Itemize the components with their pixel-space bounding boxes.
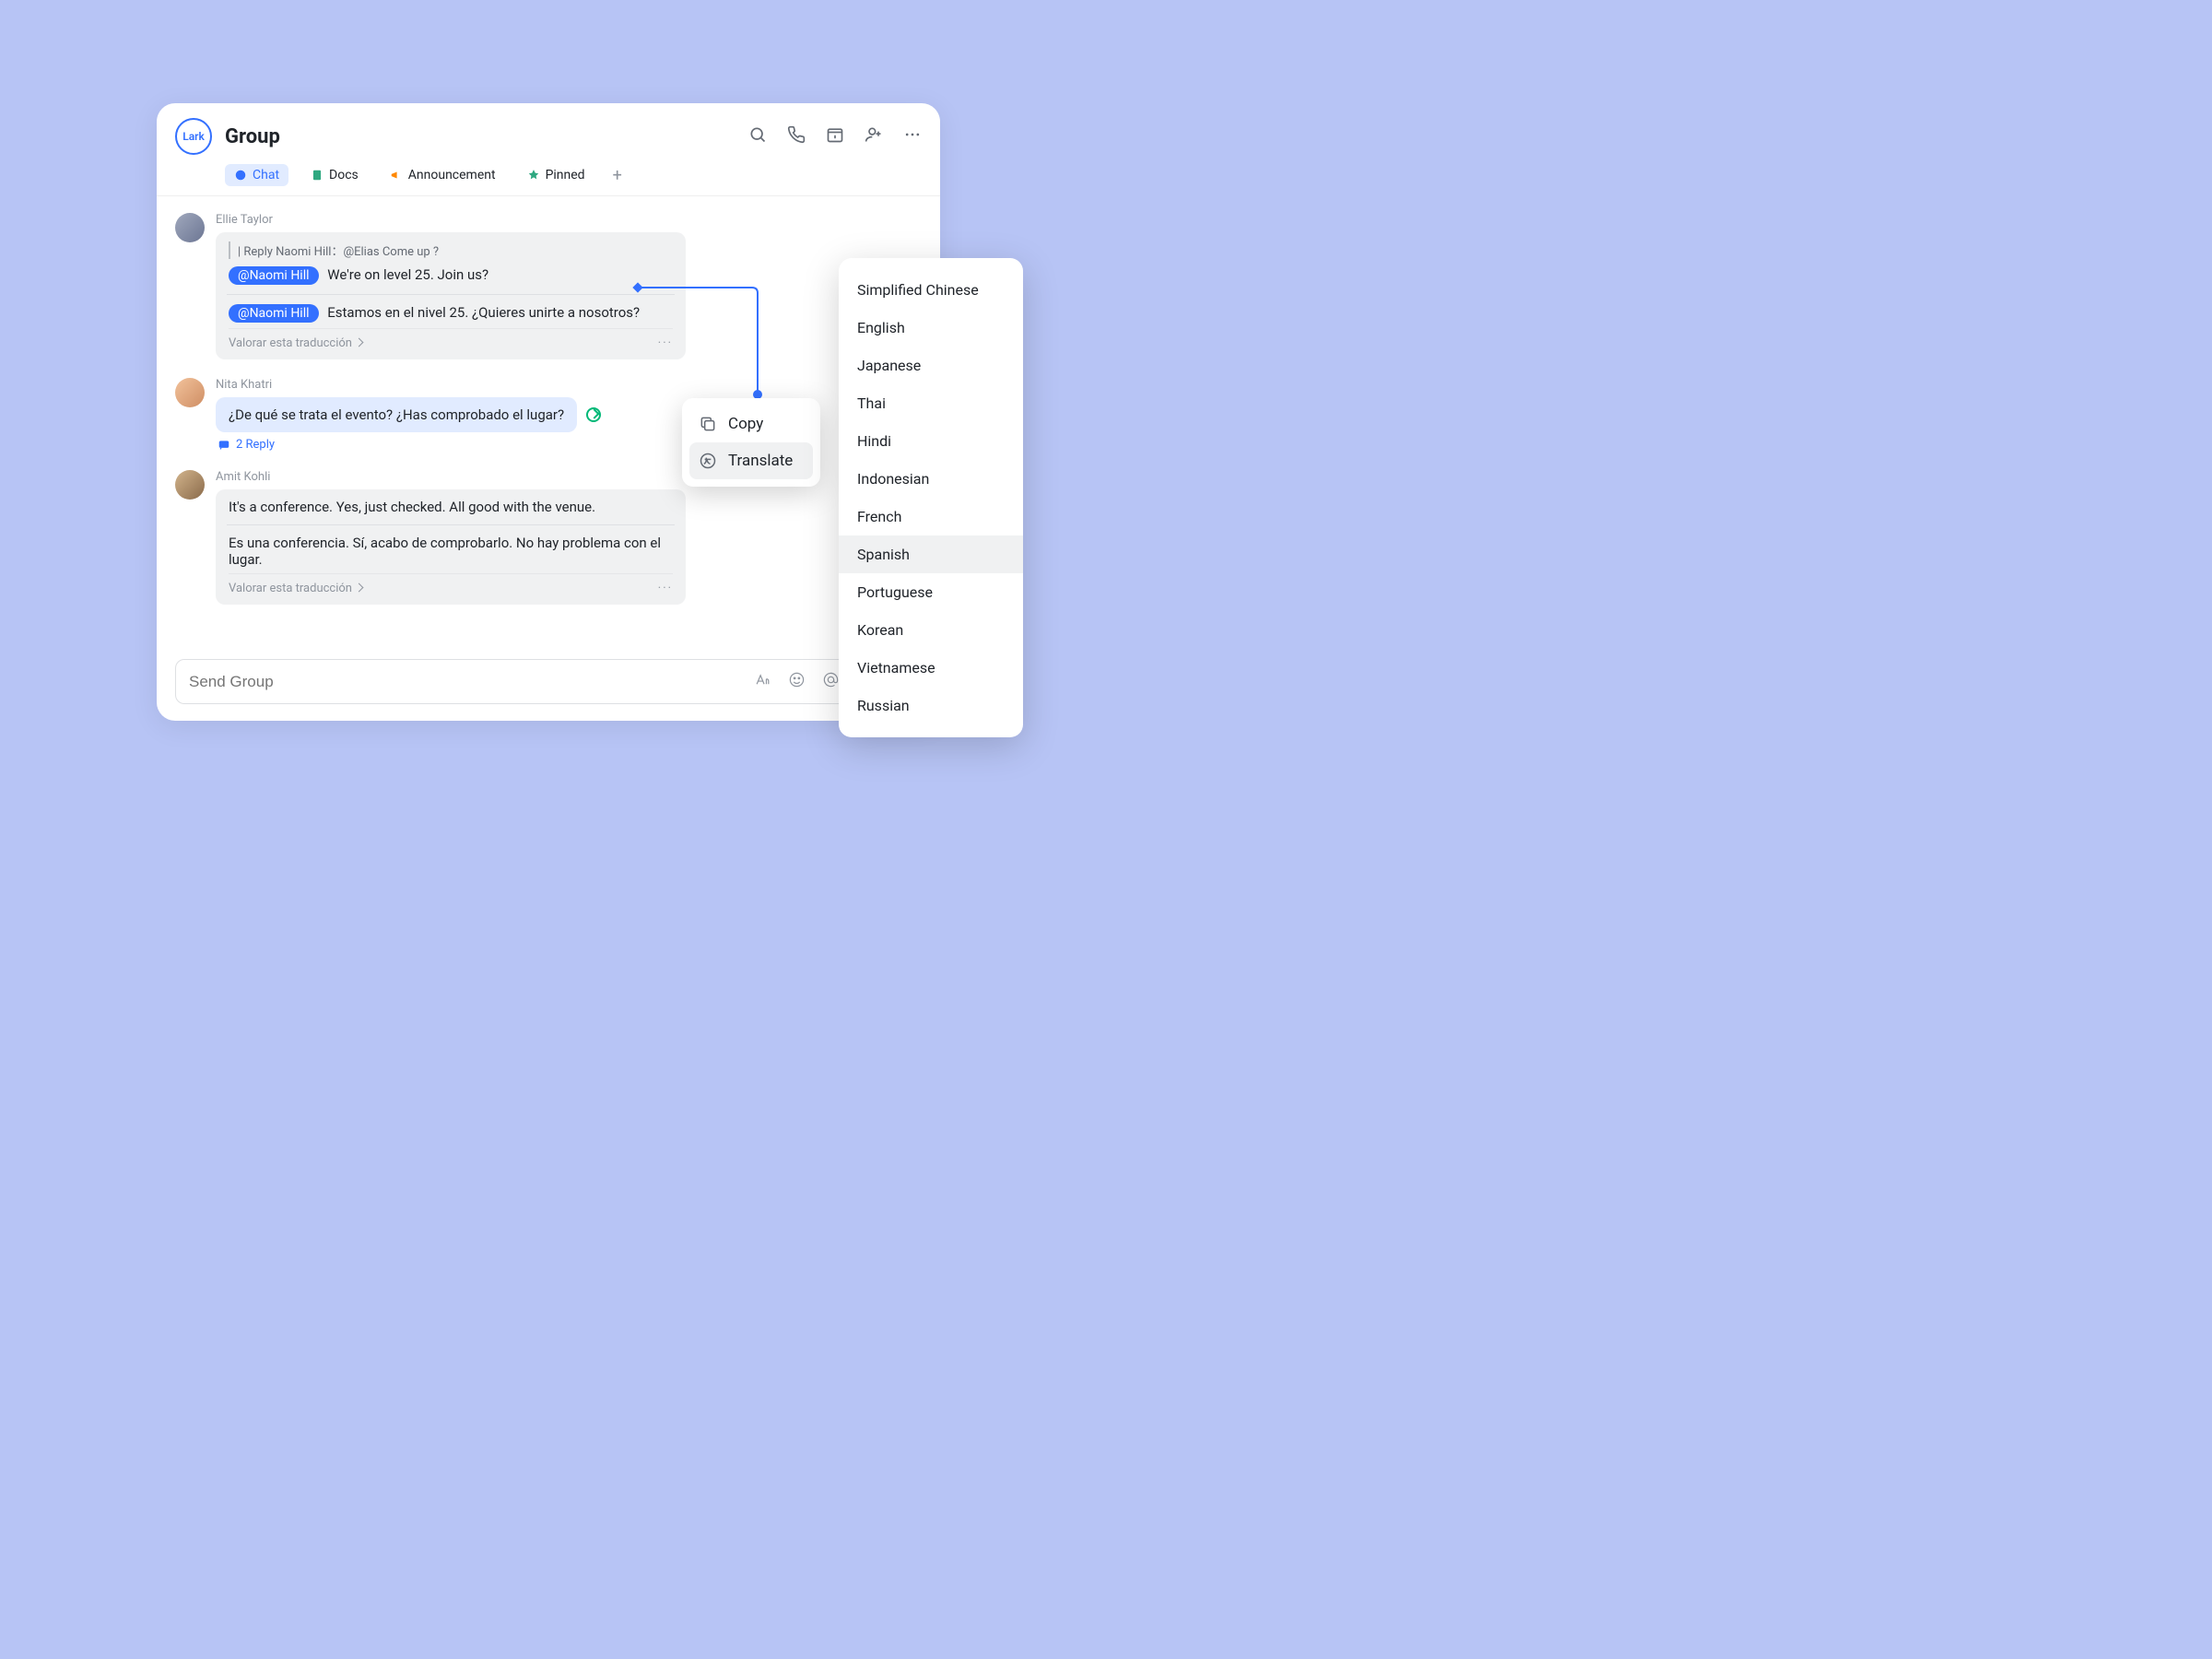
message-translated: Es una conferencia. Sí, acabo de comprob… <box>229 535 673 568</box>
composer-input[interactable] <box>189 673 754 691</box>
language-option[interactable]: Korean <box>839 611 1023 649</box>
message-more-icon[interactable]: ··· <box>658 582 673 595</box>
message-more-icon[interactable]: ··· <box>658 336 673 350</box>
message-list: Ellie Taylor | Reply Naomi Hill：@Elias C… <box>157 196 940 659</box>
message-text: ¿De qué se trata el evento? ¿Has comprob… <box>229 406 564 423</box>
chat-icon <box>234 169 247 182</box>
context-item-label: Copy <box>728 415 763 433</box>
avatar[interactable] <box>175 213 205 242</box>
tab-chat[interactable]: Chat <box>225 164 288 186</box>
mention-chip[interactable]: @Naomi Hill <box>229 304 319 323</box>
more-icon[interactable] <box>903 125 922 147</box>
calendar-icon[interactable] <box>826 125 844 147</box>
tab-label: Docs <box>329 168 359 182</box>
language-menu: Simplified Chinese English Japanese Thai… <box>839 258 1023 737</box>
chat-tabs: Chat Docs Announcement Pinned + <box>225 164 922 186</box>
tab-label: Chat <box>253 168 279 182</box>
language-option[interactable]: Thai <box>839 384 1023 422</box>
avatar[interactable] <box>175 378 205 407</box>
message: Ellie Taylor | Reply Naomi Hill：@Elias C… <box>175 213 922 359</box>
message-text: We're on level 25. Join us? <box>327 266 488 283</box>
mention-icon[interactable] <box>822 671 840 692</box>
message-author: Ellie Taylor <box>216 213 922 227</box>
message-bubble[interactable]: It's a conference. Yes, just checked. Al… <box>216 489 686 605</box>
chat-header: Lark Group Chat Docs Announcement <box>157 103 940 196</box>
language-option-selected[interactable]: Spanish <box>839 535 1023 573</box>
mention-chip[interactable]: @Naomi Hill <box>229 266 319 285</box>
tab-label: Pinned <box>546 168 585 182</box>
emoji-icon[interactable] <box>788 671 806 692</box>
chat-window: Lark Group Chat Docs Announcement <box>157 103 940 721</box>
message-translated: Estamos en el nivel 25. ¿Quieres unirte … <box>327 304 640 321</box>
language-option[interactable]: Simplified Chinese <box>839 271 1023 309</box>
tab-docs[interactable]: Docs <box>301 164 368 186</box>
chat-title: Group <box>225 125 280 148</box>
message-bubble[interactable]: ¿De qué se trata el evento? ¿Has comprob… <box>216 397 577 432</box>
context-copy[interactable]: Copy <box>689 406 813 442</box>
message-author: Nita Khatri <box>216 378 922 392</box>
language-option[interactable]: English <box>839 309 1023 347</box>
language-option[interactable]: Portuguese <box>839 573 1023 611</box>
language-option[interactable]: Japanese <box>839 347 1023 384</box>
pinned-icon <box>527 169 540 182</box>
context-item-label: Translate <box>728 452 793 470</box>
translation-indicator-icon <box>586 407 601 422</box>
tab-label: Announcement <box>408 168 496 182</box>
rate-translation-link[interactable]: Valorar esta traducción <box>229 582 362 595</box>
message-context-menu: Copy Translate <box>682 398 820 487</box>
language-option[interactable]: Hindi <box>839 422 1023 460</box>
add-tab-button[interactable]: + <box>607 166 628 185</box>
language-option[interactable]: Vietnamese <box>839 649 1023 687</box>
add-user-icon[interactable] <box>865 125 883 147</box>
message-composer[interactable] <box>175 659 922 704</box>
call-icon[interactable] <box>787 125 806 147</box>
message-text: It's a conference. Yes, just checked. Al… <box>229 499 673 515</box>
message-bubble[interactable]: | Reply Naomi Hill：@Elias Come up ? @Nao… <box>216 232 686 359</box>
app-logo: Lark <box>175 118 212 155</box>
copy-icon <box>699 415 717 433</box>
language-option[interactable]: Russian <box>839 687 1023 724</box>
rate-translation-link[interactable]: Valorar esta traducción <box>229 336 362 350</box>
avatar[interactable] <box>175 470 205 500</box>
announcement-icon <box>390 169 403 182</box>
font-icon[interactable] <box>754 671 771 692</box>
tab-announcement[interactable]: Announcement <box>381 164 505 186</box>
context-translate[interactable]: Translate <box>689 442 813 479</box>
search-icon[interactable] <box>748 125 767 147</box>
docs-icon <box>311 169 324 182</box>
language-option[interactable]: Indonesian <box>839 460 1023 498</box>
reply-quote: | Reply Naomi Hill：@Elias Come up ? <box>229 241 673 259</box>
message: Amit Kohli It's a conference. Yes, just … <box>175 470 922 605</box>
translate-icon <box>699 452 717 470</box>
language-option[interactable]: French <box>839 498 1023 535</box>
tab-pinned[interactable]: Pinned <box>518 164 594 186</box>
